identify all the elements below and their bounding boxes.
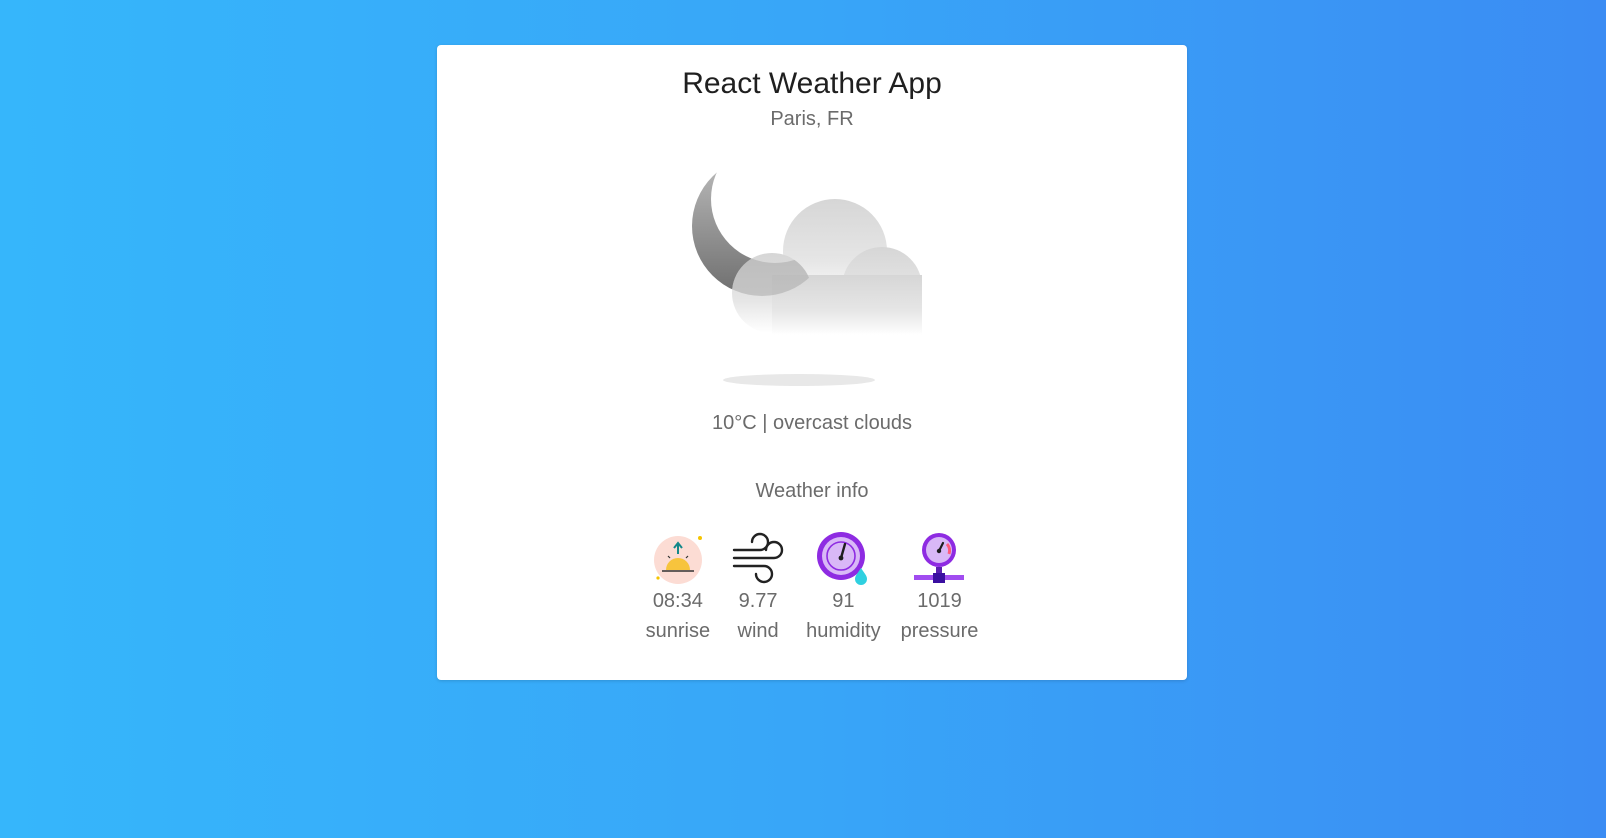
- weather-info-title: Weather info: [755, 480, 869, 502]
- info-item-wind: 9.77 wind: [730, 530, 786, 646]
- info-label: sunrise: [645, 620, 711, 642]
- wind-icon: [732, 532, 784, 584]
- info-value: 9.77: [738, 590, 778, 612]
- moon-cloud-icon: [692, 156, 922, 386]
- weather-info-list: 08:34 sunrise 9.77 wind 91 humidity 1019…: [437, 530, 1187, 646]
- pressure-icon: [914, 533, 965, 583]
- info-label: humidity: [806, 620, 881, 642]
- location-label: Paris, FR: [770, 108, 854, 130]
- info-item-sunrise: 08:34 sunrise: [646, 530, 710, 646]
- humidity-icon: [817, 532, 868, 585]
- sunrise-icon: [653, 536, 702, 584]
- info-label: pressure: [900, 620, 979, 642]
- info-item-pressure: 1019 pressure: [900, 530, 979, 646]
- info-value: 91: [832, 590, 855, 612]
- weather-card: React Weather App Paris, FR 10°C | overc…: [437, 45, 1187, 680]
- info-value: 08:34: [652, 590, 703, 612]
- info-value: 1019: [917, 590, 962, 612]
- info-item-humidity: 91 humidity: [806, 530, 881, 646]
- info-label: wind: [737, 620, 779, 642]
- page-title: React Weather App: [682, 67, 942, 100]
- current-summary: 10°C | overcast clouds: [712, 412, 912, 434]
